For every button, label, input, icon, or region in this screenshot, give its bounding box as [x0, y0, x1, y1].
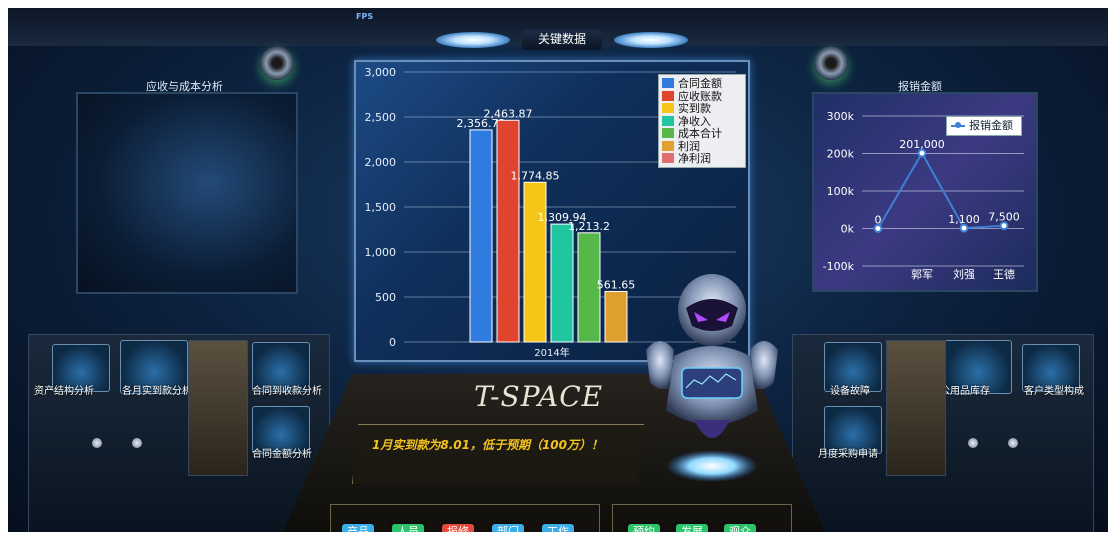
- x-category-label: 2014年: [534, 346, 569, 359]
- gauge-label: 各月实到款分析: [122, 386, 192, 397]
- legend-swatch: [662, 153, 674, 164]
- y-tick-label: -100k: [823, 260, 855, 273]
- bar: [469, 129, 493, 343]
- bar: [496, 119, 520, 343]
- x-category-label: 王德: [993, 267, 1015, 281]
- ceiling-lamp-right: [614, 32, 688, 48]
- dial-knob[interactable]: [92, 438, 102, 448]
- receivable-cost-panel: [76, 92, 298, 294]
- nav-button-department[interactable]: 部门: [492, 524, 524, 532]
- gauge-label: 设备故障: [830, 386, 870, 397]
- y-tick-label: 100k: [827, 185, 855, 198]
- dial-knob[interactable]: [968, 438, 978, 448]
- bar: [604, 290, 628, 343]
- legend-item[interactable]: 成本合计: [662, 127, 742, 140]
- line-legend-marker-icon: [951, 122, 965, 128]
- legend-swatch: [662, 78, 674, 89]
- nav-button-booking[interactable]: 预约: [628, 524, 660, 532]
- reimbursement-panel: -100k 0k 100k 200k 300k 0 201,000 1,100 7,500 郭军 刘…: [812, 92, 1038, 292]
- right-aux-instruments: [886, 340, 946, 476]
- y-tick-label: 2,000: [365, 156, 397, 169]
- line-legend[interactable]: 报销金额: [946, 116, 1022, 136]
- y-tick-label: 1,500: [365, 201, 397, 214]
- gauge-label: 合同到收款分析: [252, 386, 322, 397]
- gauge-label: 客户类型构成: [1024, 386, 1084, 397]
- legend-swatch: [662, 140, 674, 151]
- nav-button-staff[interactable]: 人员: [392, 524, 424, 532]
- bar: [523, 181, 547, 343]
- bar: [550, 223, 574, 343]
- legend-swatch: [662, 90, 674, 101]
- nav-button-work[interactable]: 工作: [542, 524, 574, 532]
- x-category-label: 刘强: [953, 268, 975, 281]
- robot-mascot[interactable]: [640, 270, 784, 484]
- gauge-label: 资产结构分析: [34, 386, 94, 397]
- ceiling-lamp-left: [436, 32, 510, 48]
- y-tick-label: 1,000: [365, 246, 397, 259]
- y-tick-label: 2,500: [365, 111, 397, 124]
- legend-item[interactable]: 净利润: [662, 152, 742, 165]
- legend-swatch: [662, 103, 674, 114]
- y-tick-label: 0: [389, 336, 396, 349]
- dial-knob[interactable]: [1008, 438, 1018, 448]
- y-tick-label: 300k: [827, 110, 855, 123]
- nav-button-repair[interactable]: 报修: [442, 524, 474, 532]
- bar-data-label: 1,213.2: [568, 220, 610, 233]
- nav-button-audience[interactable]: 观众: [724, 524, 756, 532]
- y-tick-label: 200k: [827, 148, 855, 161]
- nav-button-product[interactable]: 产品: [342, 524, 374, 532]
- gauge-label: 月度采购申请: [818, 449, 878, 460]
- cockpit-dashboard: FPS 关键数据 应收与成本分析 报销金额 -100k 0k 100k 200k 300…: [8, 8, 1108, 532]
- key-data-title: 关键数据: [522, 30, 602, 50]
- x-category-label: 郭军: [911, 268, 933, 281]
- camera-icon: [814, 46, 848, 80]
- bar-data-label: 2,463.87: [484, 107, 533, 120]
- left-aux-instruments: [188, 340, 248, 476]
- legend-swatch: [662, 128, 674, 139]
- gauge-label: 合同金额分析: [252, 449, 312, 460]
- line-data-label: 1,100: [948, 213, 980, 226]
- bar-chart-legend[interactable]: 合同金额 应收账款 实到款 净收入 成本合计 利润 净利润: [658, 74, 746, 168]
- line-data-label: 201,000: [899, 138, 945, 151]
- fps-label: FPS: [356, 12, 374, 21]
- line-data-label: 0: [875, 214, 882, 227]
- y-tick-label: 3,000: [365, 66, 397, 79]
- bar-data-label: 561.65: [597, 278, 636, 291]
- bar-data-label: 1,774.85: [511, 169, 560, 182]
- y-tick-label: 0k: [841, 223, 855, 236]
- camera-icon: [260, 46, 294, 80]
- alert-frame: [352, 424, 644, 484]
- line-legend-label: 报销金额: [969, 119, 1013, 132]
- legend-label: 净利润: [678, 152, 711, 166]
- line-data-label: 7,500: [988, 211, 1020, 224]
- legend-swatch: [662, 115, 674, 126]
- dial-knob[interactable]: [132, 438, 142, 448]
- nav-button-growth[interactable]: 发展: [676, 524, 708, 532]
- brand-logo: T-SPACE: [474, 380, 604, 413]
- y-tick-label: 500: [375, 291, 396, 304]
- alert-message: 1月实到款为8.01，低于预期（100万）！: [372, 438, 604, 452]
